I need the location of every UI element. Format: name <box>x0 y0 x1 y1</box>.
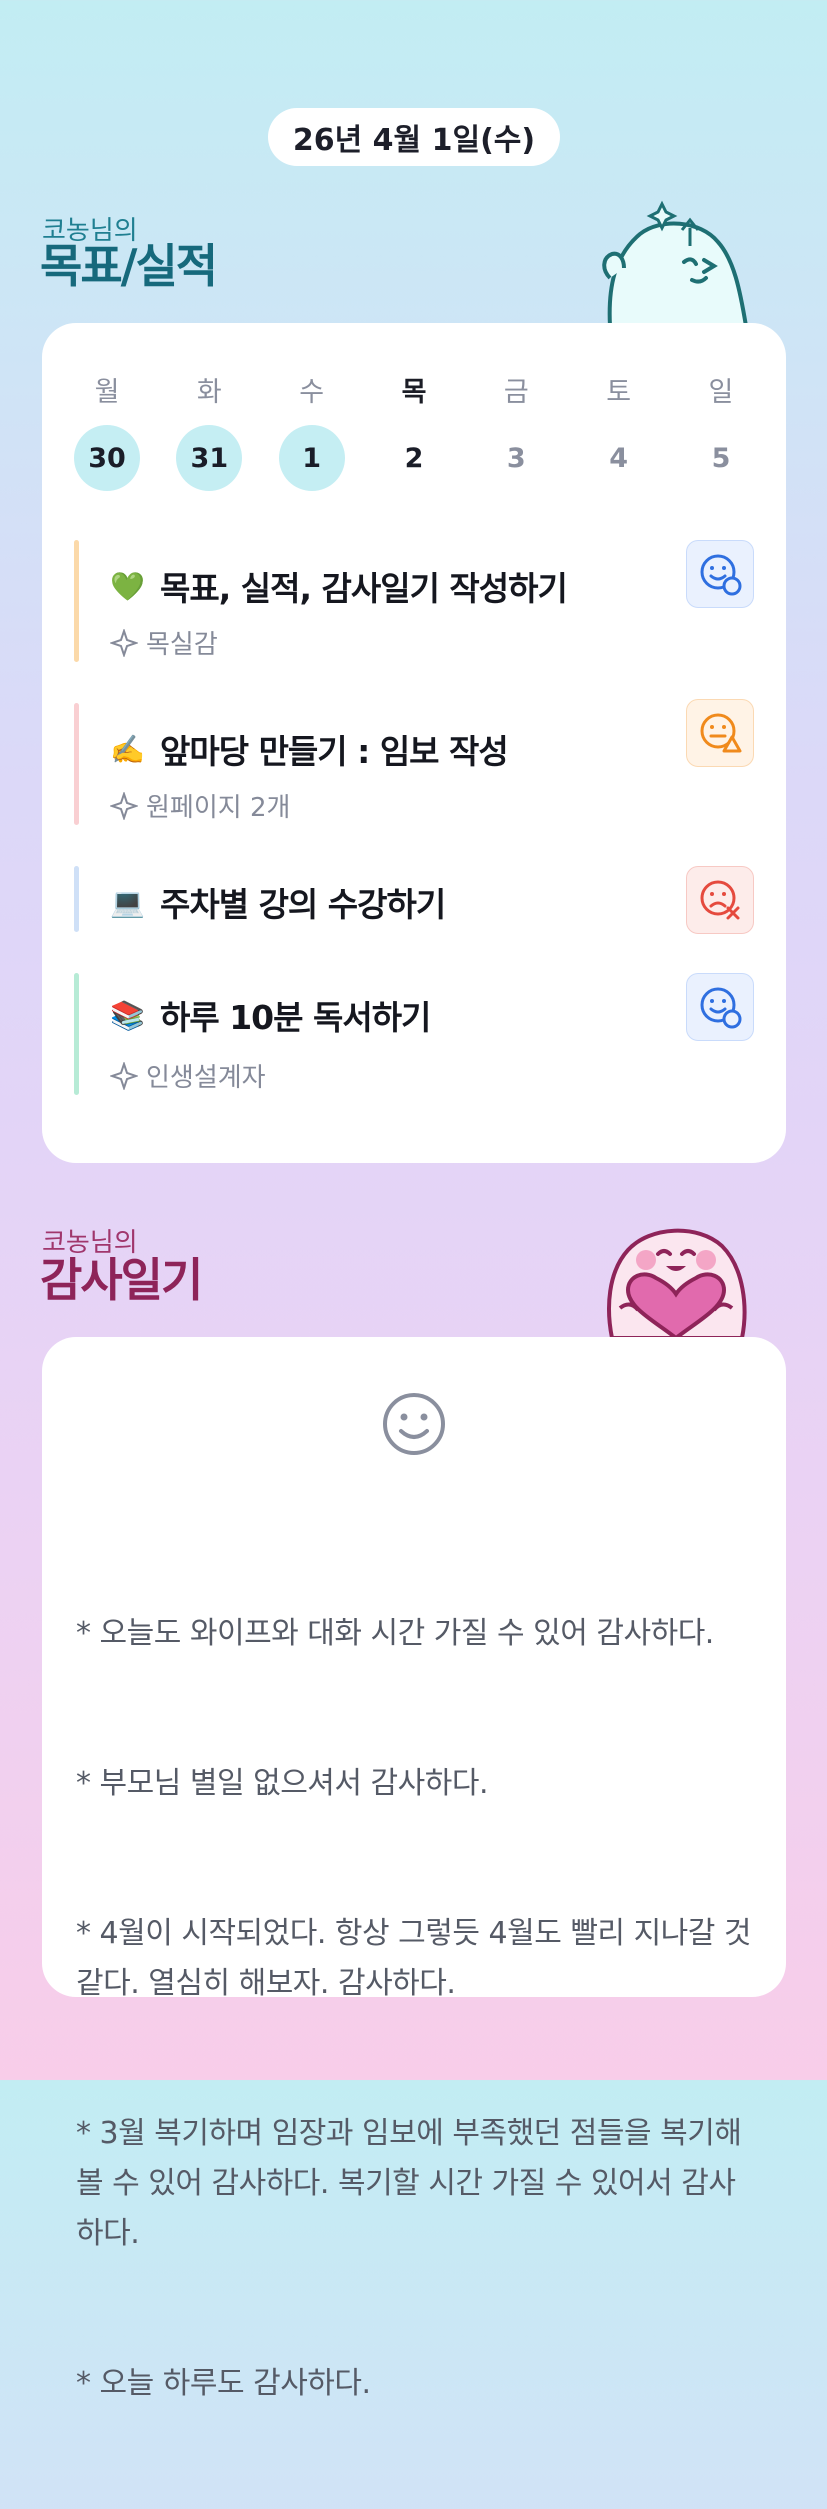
goal-color-bar <box>74 973 79 1095</box>
goals-card: 월 30 화 31 수 1 목 2 금 3 토 4 일 5 � <box>42 323 786 1163</box>
day-mon[interactable]: 월 30 <box>74 373 140 491</box>
mascot-ghost-icon <box>602 200 749 326</box>
goal-emoji: 💻 <box>110 885 145 919</box>
sparkle-icon <box>110 791 138 820</box>
day-number: 5 <box>711 442 731 474</box>
goal-title: 주차별 강의 수강하기 <box>160 885 446 924</box>
smile-check-icon <box>700 987 742 1029</box>
goal-subtitle: 인생설계자 <box>146 1063 266 1093</box>
goal-subtitle: 원페이지 2개 <box>146 793 291 823</box>
gratitude-section-title: 감사일기 <box>40 1253 203 1307</box>
day-number: 4 <box>609 442 629 474</box>
goal-emoji: 📚 <box>110 998 145 1032</box>
day-wed[interactable]: 수 1 <box>278 373 345 491</box>
gratitude-text: * 오늘도 와이프와 대화 시간 가질 수 있어 감사하다. * 부모님 별일 … <box>76 1509 756 2509</box>
date-pill[interactable]: 26년 4월 1일(수) <box>268 108 560 166</box>
goal-emoji: 💚 <box>110 569 145 603</box>
neutral-warning-icon <box>700 713 742 753</box>
day-name: 수 <box>299 377 325 408</box>
goal-title: 목표, 실적, 감사일기 작성하기 <box>160 569 568 608</box>
goal-subtitle: 목실감 <box>146 630 218 660</box>
goal-subtitle-row: 목실감 <box>110 624 218 661</box>
goal-title: 하루 10분 독서하기 <box>160 998 431 1037</box>
sparkle-icon <box>110 1061 138 1090</box>
gratitude-card: * 오늘도 와이프와 대화 시간 가질 수 있어 감사하다. * 부모님 별일 … <box>42 1337 786 2401</box>
day-number: 30 <box>74 425 140 491</box>
date-label: 26년 4월 1일(수) <box>292 123 536 158</box>
day-name: 월 <box>94 377 120 408</box>
goal-emoji: ✍️ <box>110 732 145 766</box>
status-button[interactable] <box>686 973 754 1041</box>
week-calendar: 월 30 화 31 수 1 목 2 금 3 토 4 일 5 <box>74 373 754 491</box>
gratitude-line: * 3월 복기하며 임장과 임보에 부족했던 점들을 복기해 볼 수 있어 감사… <box>76 2116 751 2251</box>
day-number: 1 <box>278 425 345 491</box>
goal-color-bar <box>74 540 79 662</box>
status-button[interactable] <box>686 699 754 767</box>
day-sat[interactable]: 토 4 <box>586 373 652 491</box>
gratitude-line: * 오늘 하루도 감사하다. <box>76 2366 371 2401</box>
day-fri[interactable]: 금 3 <box>483 373 549 491</box>
sad-x-icon <box>700 880 740 920</box>
day-thu[interactable]: 목 2 <box>381 373 447 491</box>
goal-subtitle-row: 원페이지 2개 <box>110 787 290 824</box>
goal-title: 앞마당 만들기 : 임보 작성 <box>160 732 509 771</box>
goal-item[interactable]: ✍️ 앞마당 만들기 : 임보 작성 원페이지 2개 <box>74 699 754 825</box>
day-name: 토 <box>606 377 632 408</box>
sparkle-icon <box>110 628 138 657</box>
day-number: 2 <box>404 442 424 474</box>
goal-item[interactable]: 💻 주차별 강의 수강하기 <box>74 866 754 934</box>
gratitude-line: * 오늘도 와이프와 대화 시간 가질 수 있어 감사하다. <box>76 1616 714 1651</box>
day-number: 3 <box>506 442 526 474</box>
status-button[interactable] <box>686 866 754 934</box>
goal-color-bar <box>74 866 79 932</box>
day-tue[interactable]: 화 31 <box>176 373 243 491</box>
day-name: 금 <box>503 377 529 408</box>
goal-item[interactable]: 📚 하루 10분 독서하기 인생설계자 <box>74 973 754 1095</box>
goal-subtitle-row: 인생설계자 <box>110 1057 266 1094</box>
gratitude-line: * 4월이 시작되었다. 항상 그렇듯 4월도 빨리 지나갈 것 같다. 열심히… <box>76 1916 761 2001</box>
day-name: 목 <box>401 377 427 408</box>
goal-item[interactable]: 💚 목표, 실적, 감사일기 작성하기 목실감 <box>74 540 754 662</box>
status-button[interactable] <box>686 540 754 608</box>
day-name: 화 <box>196 377 222 408</box>
gratitude-line: * 부모님 별일 없으셔서 감사하다. <box>76 1766 488 1801</box>
goals-section-title: 목표/실적 <box>40 239 218 293</box>
smile-icon <box>383 1393 445 1455</box>
goal-color-bar <box>74 703 79 825</box>
smile-check-icon <box>700 554 742 596</box>
day-number: 31 <box>176 425 243 491</box>
day-name: 일 <box>708 377 734 408</box>
mascot-heart-icon <box>607 1228 747 1338</box>
day-sun[interactable]: 일 5 <box>688 373 754 491</box>
